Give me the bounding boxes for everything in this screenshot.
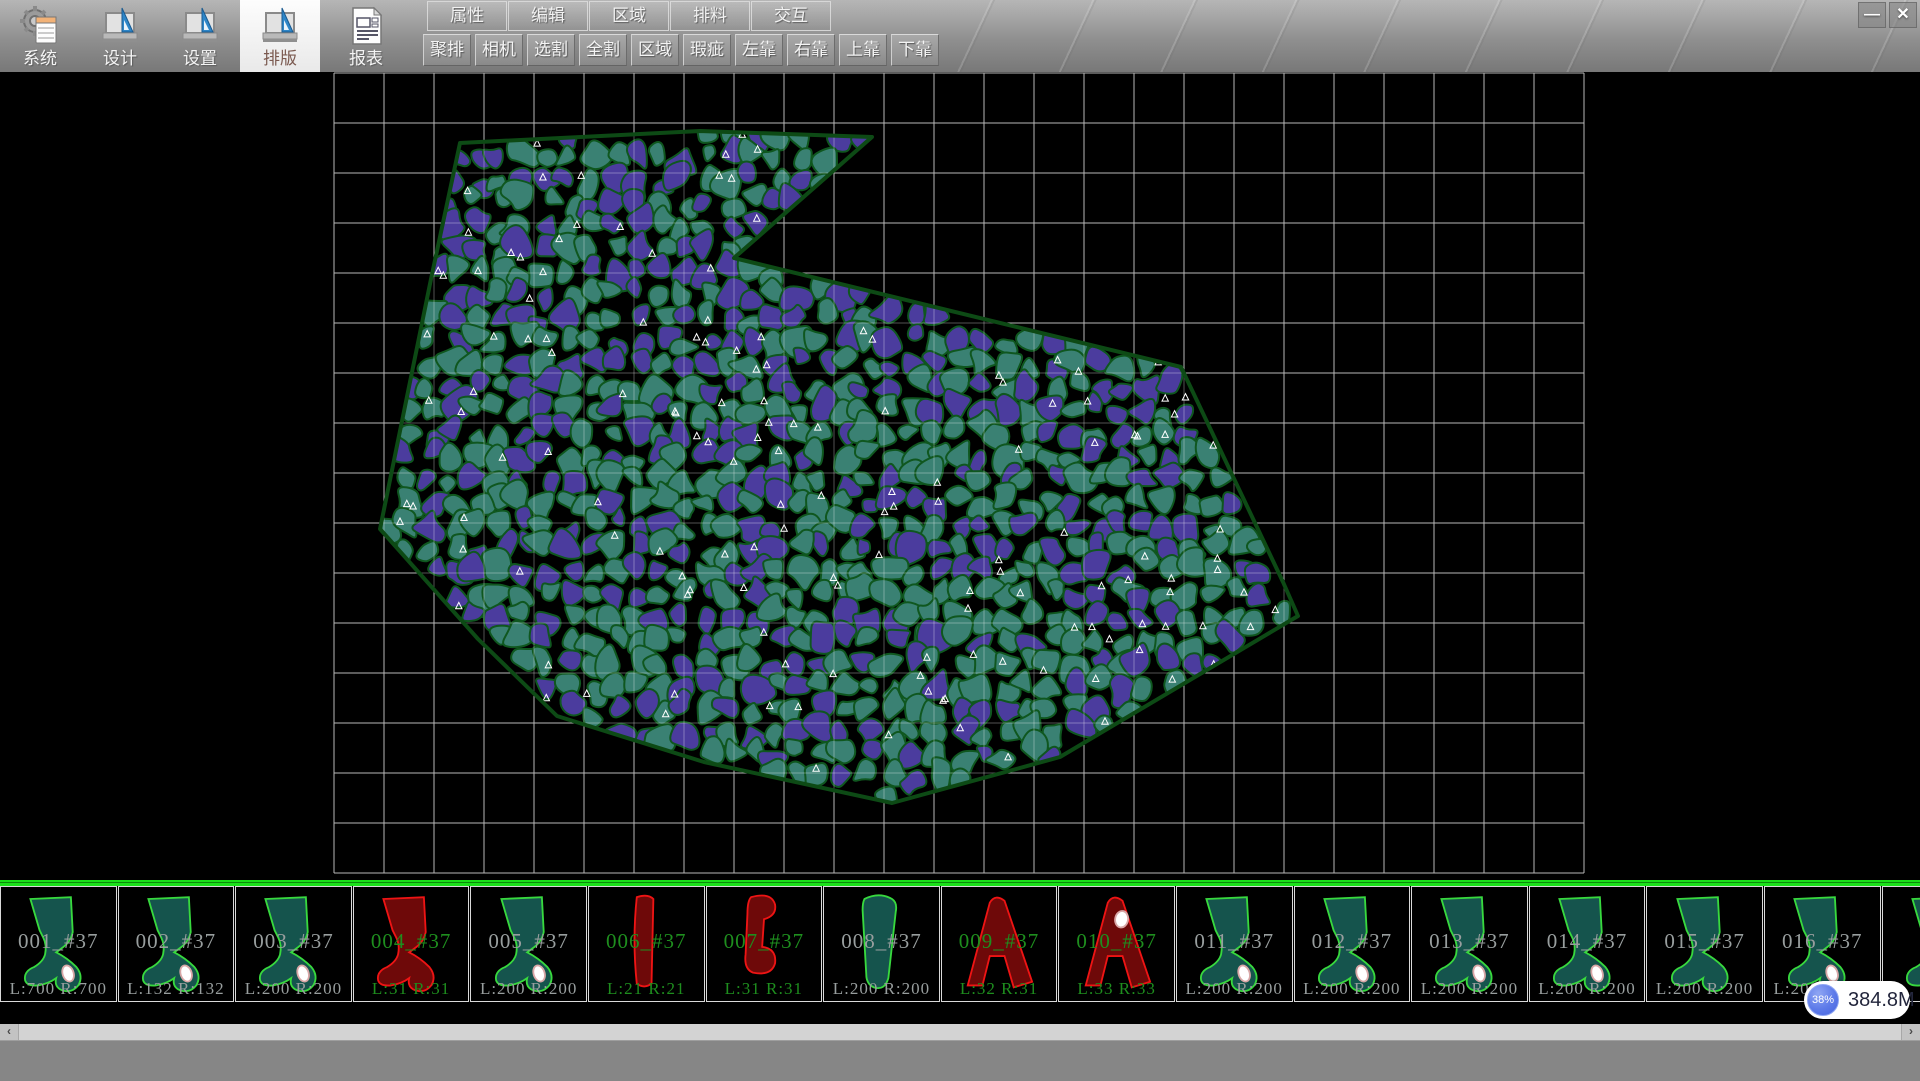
tab-label: 系统 <box>0 47 80 71</box>
menu-edit[interactable]: 编辑 <box>508 1 588 31</box>
scroll-left-arrow-icon[interactable]: ‹ <box>0 1024 19 1040</box>
defect-button[interactable]: 瑕疵 <box>683 34 731 66</box>
tab-report[interactable]: 报表 <box>326 0 406 72</box>
piece-count-label: L:200 R:200 <box>1647 979 1762 999</box>
piece-name: 004_#37 <box>354 929 469 954</box>
laptop-ruler-icon <box>80 0 160 47</box>
menu-nesting[interactable]: 排料 <box>670 1 750 31</box>
piece-thumbnail[interactable]: 002_#37 L:132 R:132 <box>118 886 235 1002</box>
piece-count-label: L:132 R:132 <box>119 979 234 999</box>
camera-button[interactable]: 相机 <box>475 34 523 66</box>
piece-name: 008_#37 <box>824 929 939 954</box>
piece-name: 007_#37 <box>707 929 822 954</box>
progress-circle: 38% <box>1807 984 1839 1016</box>
scroll-right-arrow-icon[interactable]: › <box>1901 1024 1920 1040</box>
toolbar-hatch-decoration <box>940 0 1920 72</box>
tab-system[interactable]: 系统 <box>0 0 80 72</box>
piece-count-label: L:200 R:200 <box>236 979 351 999</box>
menu-interact[interactable]: 交互 <box>751 1 831 31</box>
piece-name: 005_#37 <box>471 929 586 954</box>
align-left-button[interactable]: 左靠 <box>735 34 783 66</box>
main-toolbar: 系统 设计 设置 排版 <box>0 0 1920 72</box>
piece-name: 014_#37 <box>1530 929 1645 954</box>
piece-count-label: L:200 R:200 <box>1530 979 1645 999</box>
piece-name: 015_#37 <box>1647 929 1762 954</box>
horizontal-scrollbar[interactable]: ‹ › <box>0 1024 1920 1040</box>
menu-properties[interactable]: 属性 <box>427 1 507 31</box>
strip-separator <box>0 880 1920 886</box>
piece-thumbnail[interactable]: 005_#37 L:200 R:200 <box>470 886 587 1002</box>
close-button[interactable]: ✕ <box>1889 2 1917 28</box>
tab-layout[interactable]: 排版 <box>240 0 320 72</box>
window-bottom-bar <box>0 1040 1920 1081</box>
piece-thumbnail[interactable]: 001_#37 L:700 R:700 <box>0 886 117 1002</box>
mode-tabs: 系统 设计 设置 排版 <box>0 0 406 72</box>
tab-label: 报表 <box>326 47 406 71</box>
align-bottom-button[interactable]: 下靠 <box>891 34 939 66</box>
tab-label: 设计 <box>80 47 160 71</box>
align-right-button[interactable]: 右靠 <box>787 34 835 66</box>
piece-count-label: L:33 R:33 <box>1059 979 1174 999</box>
select-cut-button[interactable]: 选割 <box>527 34 575 66</box>
piece-thumbnail[interactable]: 013_#37 L:200 R:200 <box>1411 886 1528 1002</box>
piece-name: 001_#37 <box>1 929 116 954</box>
align-top-button[interactable]: 上靠 <box>839 34 887 66</box>
tab-label: 设置 <box>160 47 240 71</box>
cluster-nest-button[interactable]: 聚排 <box>423 34 471 66</box>
piece-count-label: L:200 R:200 <box>471 979 586 999</box>
piece-count-label: L:32 R:31 <box>942 979 1057 999</box>
piece-thumbnail[interactable]: 008_#37 L:200 R:200 <box>823 886 940 1002</box>
piece-name: 003_#37 <box>236 929 351 954</box>
laptop-ruler-icon <box>240 0 320 47</box>
piece-name: 010_#37 <box>1059 929 1174 954</box>
memory-value: 384.8M <box>1848 981 1915 1019</box>
piece-thumbnail[interactable]: 011_#37 L:200 R:200 <box>1176 886 1293 1002</box>
piece-count-label: L:200 R:200 <box>824 979 939 999</box>
minimize-button[interactable]: — <box>1858 2 1886 28</box>
piece-thumbnail[interactable]: 006_#37 L:21 R:21 <box>588 886 705 1002</box>
piece-count-label: L:700 R:700 <box>1 979 116 999</box>
nesting-canvas[interactable] <box>0 72 1920 880</box>
piece-count-label: L:31 R:31 <box>707 979 822 999</box>
tab-settings[interactable]: 设置 <box>160 0 240 72</box>
piece-thumbnail[interactable]: 015_#37 L:200 R:200 <box>1646 886 1763 1002</box>
piece-thumbnail[interactable]: 010_#37 L:33 R:33 <box>1058 886 1175 1002</box>
piece-name: 013_#37 <box>1412 929 1527 954</box>
piece-count-label: L:200 R:200 <box>1295 979 1410 999</box>
piece-thumbnail[interactable]: 014_#37 L:200 R:200 <box>1529 886 1646 1002</box>
piece-name: 009_#37 <box>942 929 1057 954</box>
tab-design[interactable]: 设计 <box>80 0 160 72</box>
laptop-ruler-icon <box>160 0 240 47</box>
piece-count-label: L:21 R:21 <box>589 979 704 999</box>
nesting-drawing <box>0 72 1920 880</box>
piece-thumbnail[interactable]: 007_#37 L:31 R:31 <box>706 886 823 1002</box>
piece-name: 011_#37 <box>1177 929 1292 954</box>
menu-region[interactable]: 区域 <box>589 1 669 31</box>
gear-table-icon <box>0 0 80 47</box>
tab-label: 排版 <box>240 47 320 71</box>
piece-thumbnail[interactable]: 004_#37 L:31 R:31 <box>353 886 470 1002</box>
piece-name: 012_#37 <box>1295 929 1410 954</box>
piece-thumbnail-strip: 001_#37 L:700 R:700 002_#37 L:132 R:132 … <box>0 886 1920 1004</box>
piece-name: 002_#37 <box>119 929 234 954</box>
piece-count-label: L:31 R:31 <box>354 979 469 999</box>
piece-count-label: L:200 R:200 <box>1412 979 1527 999</box>
piece-name: 016_#37 <box>1765 929 1880 954</box>
piece-thumbnail[interactable]: 003_#37 L:200 R:200 <box>235 886 352 1002</box>
region-button[interactable]: 区域 <box>631 34 679 66</box>
scrollbar-track[interactable] <box>19 1024 1901 1040</box>
tool-button-row: 聚排相机选割全割区域瑕疵左靠右靠上靠下靠 <box>423 34 943 66</box>
memory-status-badge[interactable]: 38% 384.8M <box>1804 981 1910 1019</box>
cut-all-button[interactable]: 全割 <box>579 34 627 66</box>
window-controls: — ✕ <box>1858 2 1917 28</box>
piece-thumbnail[interactable]: 012_#37 L:200 R:200 <box>1294 886 1411 1002</box>
piece-count-label: L:200 R:200 <box>1177 979 1292 999</box>
menu-bar: 属性编辑区域排料交互 <box>427 1 832 31</box>
report-doc-icon <box>326 0 406 47</box>
piece-thumbnail[interactable]: 009_#37 L:32 R:31 <box>941 886 1058 1002</box>
piece-name: 006_#37 <box>589 929 704 954</box>
